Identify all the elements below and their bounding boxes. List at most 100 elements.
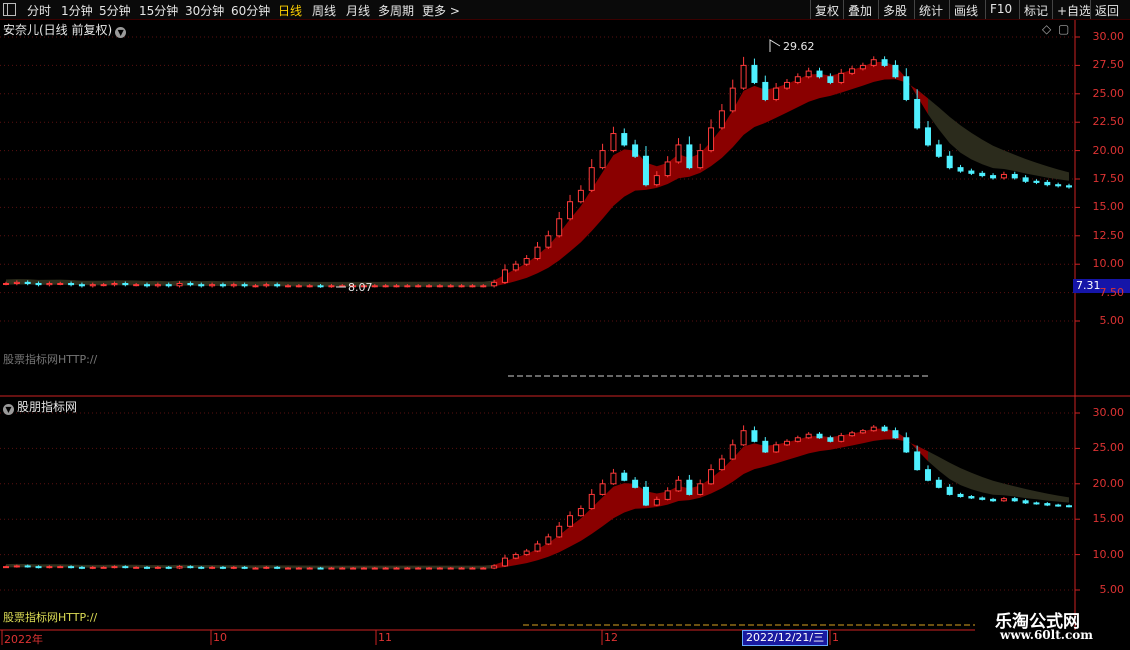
- candle-body: [935, 479, 942, 488]
- watermark-url: www.60lt.com: [1000, 628, 1093, 642]
- candle-body: [577, 508, 584, 517]
- candle-body: [1022, 177, 1029, 182]
- indicator-title: 股朋指标网: [17, 400, 78, 414]
- candle-body: [729, 87, 736, 112]
- candle-body: [729, 444, 736, 460]
- candle-body: [1022, 500, 1029, 504]
- candle-body: [133, 284, 140, 287]
- candle-body: [805, 70, 812, 78]
- candle-body: [285, 567, 292, 570]
- cursor-date: 2022/12/21/三: [742, 630, 829, 646]
- candle-body: [946, 486, 953, 495]
- candle-body: [415, 285, 422, 288]
- candle-body: [371, 285, 378, 288]
- candle-body: [382, 567, 389, 570]
- candle-body: [491, 281, 498, 287]
- candle-body: [610, 133, 617, 152]
- chevron-down-icon[interactable]: ▼: [3, 404, 14, 415]
- candle-body: [816, 433, 823, 439]
- candle-body: [295, 285, 302, 288]
- candle-body: [762, 440, 769, 453]
- date-tick-label: 2022年: [4, 633, 43, 646]
- candle-body: [968, 170, 975, 174]
- candle-body: [209, 566, 216, 569]
- candle-body: [664, 490, 671, 500]
- candle-body: [68, 566, 75, 569]
- candle-body: [783, 81, 790, 89]
- price-tick-label: 20.00: [1092, 476, 1125, 490]
- peak-marker: [769, 39, 781, 52]
- date-tick-label: 10: [213, 631, 227, 644]
- candle-body: [393, 285, 400, 288]
- candle-body: [154, 566, 161, 569]
- candle-body: [632, 479, 639, 488]
- candle-body: [794, 437, 801, 442]
- candle-body: [263, 566, 270, 569]
- window-icon[interactable]: ▢: [1058, 22, 1069, 36]
- candle-body: [512, 554, 519, 559]
- candle-body: [556, 525, 563, 538]
- candle-body: [924, 469, 931, 481]
- bottom-url-text: 股票指标网HTTP://: [3, 611, 98, 624]
- peak-label: 29.62: [783, 40, 815, 53]
- candle-body: [870, 426, 877, 432]
- candle-body: [46, 566, 53, 569]
- candle-body: [122, 566, 129, 569]
- candle-body: [1000, 498, 1007, 502]
- candle-body: [697, 150, 704, 169]
- candlestick-chart[interactable]: 29.62 8.07: [0, 0, 1130, 650]
- candle-body: [664, 161, 671, 177]
- candle-body: [545, 536, 552, 545]
- diamond-icon[interactable]: ◇: [1042, 22, 1051, 36]
- candle-body: [1066, 505, 1072, 508]
- candle-body: [621, 133, 628, 146]
- candle-body: [122, 283, 129, 286]
- candle-body: [415, 567, 422, 570]
- candle-body: [57, 283, 64, 286]
- candle-body: [447, 285, 454, 288]
- candle-body: [176, 283, 183, 287]
- candle-body: [892, 430, 899, 439]
- candle-body: [100, 566, 107, 569]
- chevron-down-icon[interactable]: ▼: [115, 27, 127, 38]
- candle-body: [653, 175, 660, 186]
- candle-body: [176, 566, 183, 569]
- date-tick-label: 12: [604, 631, 618, 644]
- candle-body: [675, 144, 682, 163]
- candle-body: [328, 567, 335, 570]
- candle-body: [252, 285, 259, 288]
- candle-body: [230, 566, 237, 569]
- candle-body: [827, 76, 834, 83]
- candle-body: [718, 110, 725, 129]
- candle-body: [447, 567, 454, 570]
- candle-body: [599, 483, 606, 495]
- candle-body: [577, 189, 584, 203]
- candle-body: [165, 284, 172, 287]
- candle-body: [751, 64, 758, 83]
- candle-body: [133, 566, 140, 569]
- candle-body: [924, 127, 931, 146]
- candle-body: [512, 263, 519, 271]
- candle-body: [686, 479, 693, 495]
- candle-body: [762, 81, 769, 100]
- candle-body: [567, 515, 574, 527]
- top-url-text: 股票指标网HTTP://: [3, 353, 98, 366]
- date-tick-label: 11: [378, 631, 392, 644]
- candle-body: [219, 284, 226, 287]
- candle-body: [198, 566, 205, 569]
- price-tick-label: 30.00: [1092, 30, 1125, 43]
- candle-body: [3, 283, 9, 286]
- candle-body: [523, 258, 530, 265]
- candle-body: [849, 432, 856, 437]
- candle-body: [295, 567, 302, 570]
- candle-body: [935, 144, 942, 157]
- price-tick-label: 7.50: [1099, 285, 1125, 299]
- candle-body: [697, 483, 704, 495]
- candle-body: [13, 281, 20, 285]
- candle-body: [274, 284, 281, 287]
- candle-body: [816, 70, 823, 78]
- candle-body: [35, 283, 42, 286]
- candle-body: [458, 285, 465, 288]
- candle-body: [1044, 503, 1051, 506]
- candle-body: [24, 565, 31, 568]
